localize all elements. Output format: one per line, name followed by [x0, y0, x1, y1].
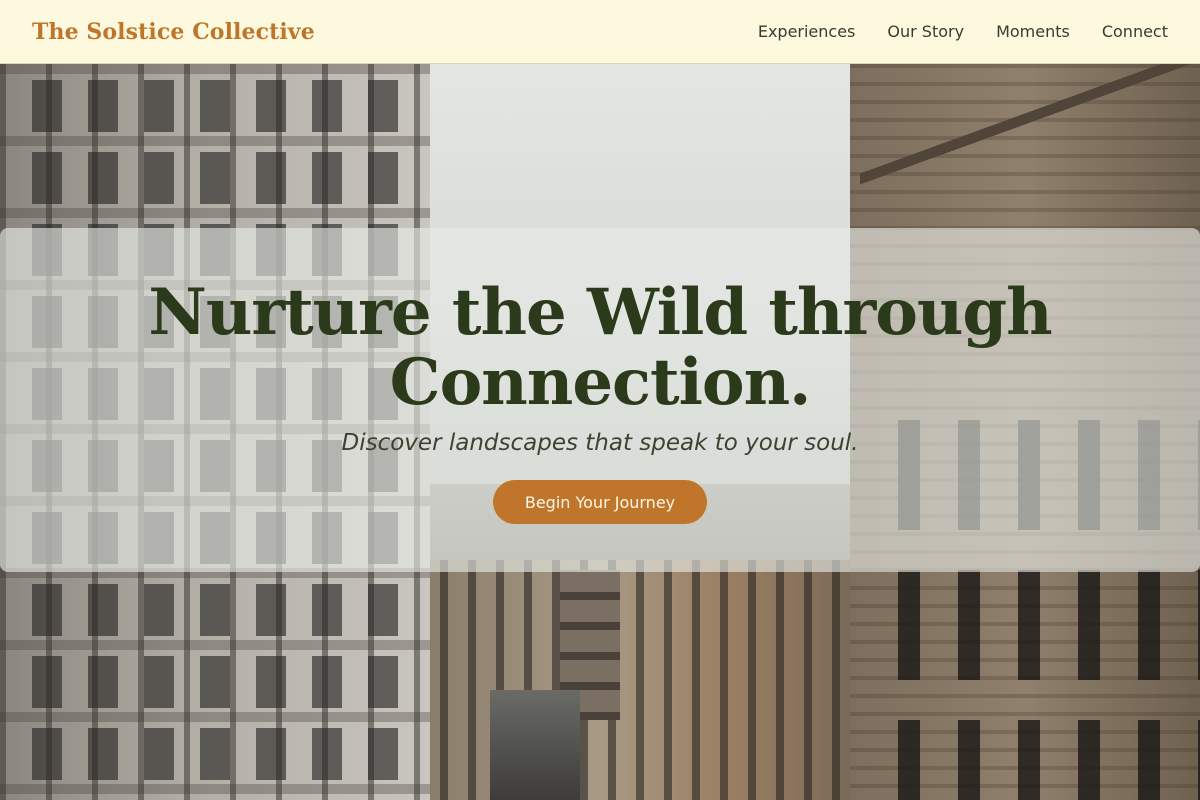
nav-experiences[interactable]: Experiences: [758, 22, 856, 41]
nav-our-story[interactable]: Our Story: [887, 22, 964, 41]
hero-subtitle: Discover landscapes that speak to your s…: [341, 430, 859, 456]
begin-journey-button[interactable]: Begin Your Journey: [492, 480, 708, 524]
site-header: The Solstice Collective Experiences Our …: [0, 0, 1200, 64]
street: [490, 690, 580, 800]
hero-title: Nurture the Wild through Connection.: [148, 275, 1052, 420]
nav-moments[interactable]: Moments: [996, 22, 1070, 41]
brand-logo[interactable]: The Solstice Collective: [32, 19, 315, 45]
hero-panel: Nurture the Wild through Connection. Dis…: [0, 228, 1200, 572]
nav-connect[interactable]: Connect: [1102, 22, 1168, 41]
main-nav: Experiences Our Story Moments Connect: [758, 22, 1168, 41]
right-building-roof: [860, 64, 1200, 214]
